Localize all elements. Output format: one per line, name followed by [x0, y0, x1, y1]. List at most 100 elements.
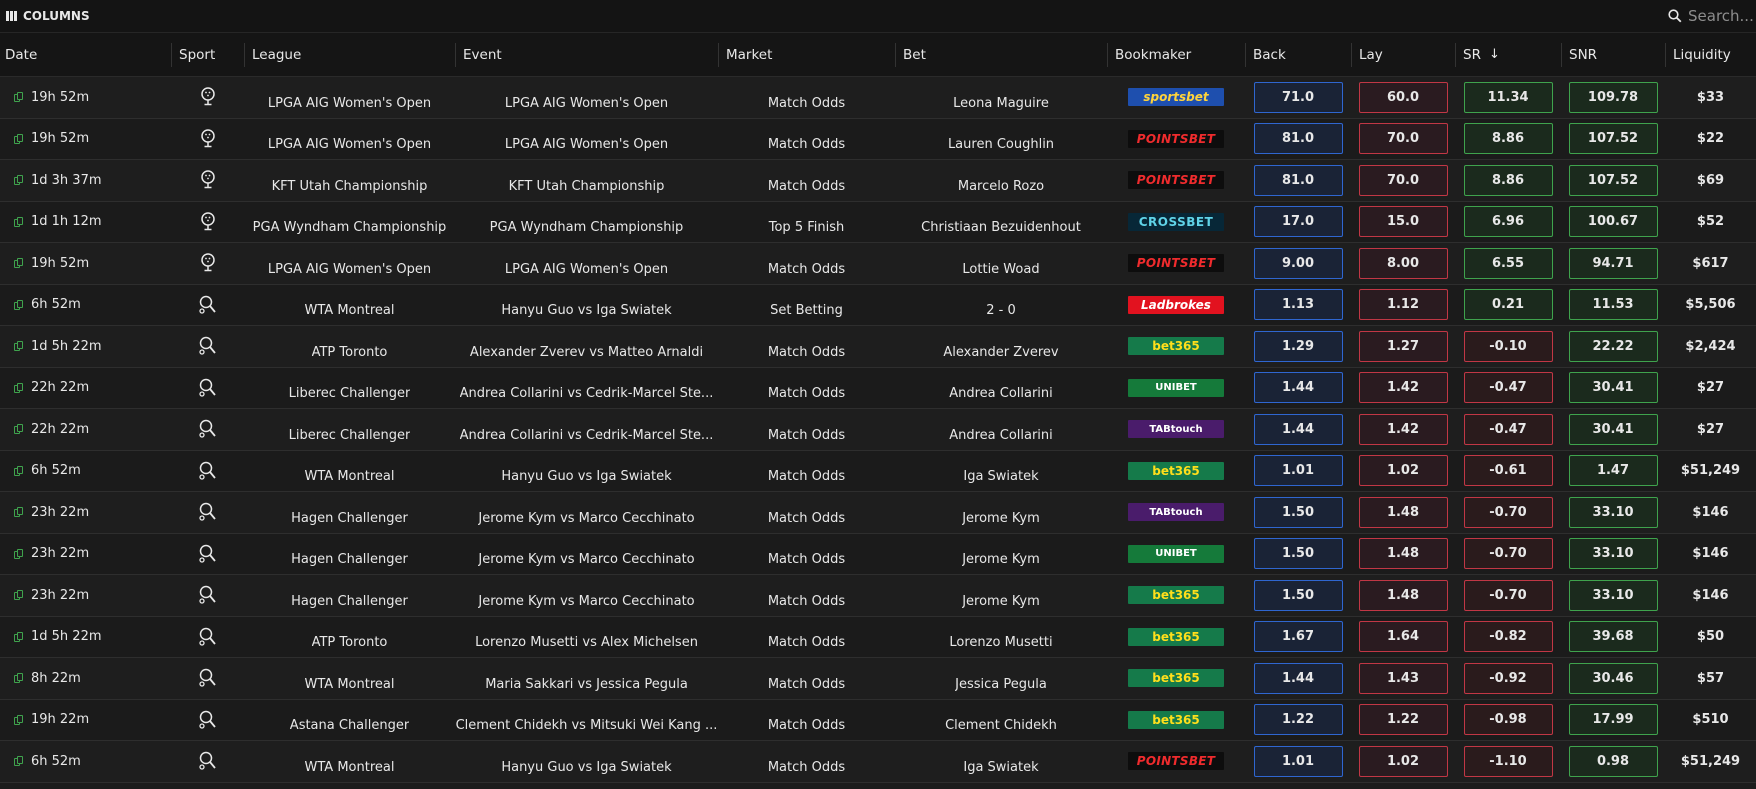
lay-odds-button[interactable]: 70.0 — [1358, 123, 1448, 155]
sr-value[interactable]: -1.10 — [1463, 745, 1553, 777]
copy-icon[interactable] — [14, 299, 23, 310]
lay-odds-button[interactable]: 1.12 — [1358, 289, 1448, 321]
table-row[interactable]: 23h 22m Hagen Challenger Jerome Kym vs Mar… — [0, 575, 1756, 617]
bookmaker-logo[interactable]: bet365 — [1128, 461, 1224, 480]
sr-value[interactable]: 8.86 — [1463, 123, 1553, 155]
snr-value[interactable]: 94.71 — [1568, 247, 1658, 279]
table-row[interactable]: 22h 22m Liberec Challenger Andrea Collarin… — [0, 409, 1756, 451]
lay-odds-button[interactable]: 8.00 — [1358, 247, 1448, 279]
sr-value[interactable]: -0.10 — [1463, 330, 1553, 362]
header-back[interactable]: Back — [1245, 42, 1351, 67]
back-odds-button[interactable]: 9.00 — [1253, 247, 1343, 279]
lay-odds-button[interactable]: 1.27 — [1358, 330, 1448, 362]
lay-odds-button[interactable]: 1.02 — [1358, 455, 1448, 487]
snr-value[interactable]: 30.46 — [1568, 662, 1658, 694]
header-liquidity[interactable]: Liquidity — [1665, 42, 1756, 67]
snr-value[interactable]: 0.98 — [1568, 745, 1658, 777]
search-field[interactable]: Search... — [1668, 7, 1754, 25]
header-league[interactable]: League — [244, 42, 455, 67]
back-odds-button[interactable]: 1.44 — [1253, 372, 1343, 404]
lay-odds-button[interactable]: 15.0 — [1358, 206, 1448, 238]
bookmaker-logo[interactable]: bet365 — [1128, 627, 1224, 646]
back-odds-button[interactable]: 81.0 — [1253, 123, 1343, 155]
table-row[interactable]: 6h 52m WTA Montreal Hanyu Guo vs Iga Swiat… — [0, 450, 1756, 492]
header-lay[interactable]: Lay — [1351, 42, 1455, 67]
snr-value[interactable]: 22.22 — [1568, 330, 1658, 362]
copy-icon[interactable] — [14, 507, 23, 518]
copy-icon[interactable] — [14, 424, 23, 435]
table-row[interactable]: 8h 22m WTA Montreal Maria Sakkari vs Jessi… — [0, 658, 1756, 700]
bookmaker-logo[interactable]: UNIBET — [1128, 544, 1224, 563]
copy-icon[interactable] — [14, 92, 23, 103]
bookmaker-logo[interactable]: TABtouch — [1128, 420, 1224, 439]
copy-icon[interactable] — [14, 382, 23, 393]
table-row[interactable]: 19h 52m LPGA AIG Women's Open LPGA AIG Wom… — [0, 118, 1756, 160]
bookmaker-logo[interactable]: UNIBET — [1128, 378, 1224, 397]
sr-value[interactable]: 6.96 — [1463, 206, 1553, 238]
table-row[interactable]: 1d 5h 22m ATP Toronto Lorenzo Musetti vs A… — [0, 616, 1756, 658]
bookmaker-logo[interactable]: CROSSBET — [1128, 212, 1224, 231]
copy-icon[interactable] — [14, 258, 23, 269]
bookmaker-logo[interactable]: bet365 — [1128, 710, 1224, 729]
sort-descending-icon[interactable]: ↓ — [1489, 47, 1500, 62]
snr-value[interactable]: 30.41 — [1568, 413, 1658, 445]
lay-odds-button[interactable]: 1.42 — [1358, 372, 1448, 404]
header-bookmaker[interactable]: Bookmaker — [1107, 42, 1245, 67]
snr-value[interactable]: 107.52 — [1568, 164, 1658, 196]
bookmaker-logo[interactable]: sportsbet — [1128, 88, 1224, 107]
copy-icon[interactable] — [14, 714, 23, 725]
bookmaker-logo[interactable]: POINTSBET — [1128, 129, 1224, 148]
bookmaker-logo[interactable]: POINTSBET — [1128, 254, 1224, 273]
bookmaker-logo[interactable]: bet365 — [1128, 669, 1224, 688]
table-row[interactable]: 19h 22m Astana Challenger Clement Chidekh … — [0, 699, 1756, 741]
lay-odds-button[interactable]: 1.43 — [1358, 662, 1448, 694]
table-row[interactable]: 1d 3h 37m KFT Utah Championship KFT Utah C… — [0, 160, 1756, 202]
snr-value[interactable]: 33.10 — [1568, 496, 1658, 528]
copy-icon[interactable] — [14, 673, 23, 684]
bookmaker-logo[interactable]: bet365 — [1128, 586, 1224, 605]
table-row[interactable]: 19h 52m LPGA AIG Women's Open LPGA AIG Wom… — [0, 243, 1756, 285]
table-row[interactable]: 1d 5h 22m ATP Toronto Alexander Zverev vs … — [0, 326, 1756, 368]
header-date[interactable]: Date — [0, 43, 171, 67]
lay-odds-button[interactable]: 1.48 — [1358, 496, 1448, 528]
snr-value[interactable]: 109.78 — [1568, 81, 1658, 113]
lay-odds-button[interactable]: 1.64 — [1358, 621, 1448, 653]
bookmaker-logo[interactable]: TABtouch — [1128, 503, 1224, 522]
table-row[interactable]: 6h 52m WTA Montreal Hanyu Guo vs Iga Swiat… — [0, 741, 1756, 783]
snr-value[interactable]: 17.99 — [1568, 704, 1658, 736]
copy-icon[interactable] — [14, 631, 23, 642]
sr-value[interactable]: -0.61 — [1463, 455, 1553, 487]
copy-icon[interactable] — [14, 216, 23, 227]
sr-value[interactable]: 6.55 — [1463, 247, 1553, 279]
columns-button[interactable]: COLUMNS — [6, 9, 90, 23]
lay-odds-button[interactable]: 1.42 — [1358, 413, 1448, 445]
back-odds-button[interactable]: 1.44 — [1253, 413, 1343, 445]
snr-value[interactable]: 11.53 — [1568, 289, 1658, 321]
copy-icon[interactable] — [14, 341, 23, 352]
header-event[interactable]: Event — [455, 42, 718, 67]
header-sr[interactable]: SR ↓ — [1455, 42, 1561, 67]
back-odds-button[interactable]: 1.50 — [1253, 538, 1343, 570]
back-odds-button[interactable]: 1.01 — [1253, 455, 1343, 487]
lay-odds-button[interactable]: 1.22 — [1358, 704, 1448, 736]
back-odds-button[interactable]: 1.50 — [1253, 496, 1343, 528]
sr-value[interactable]: 8.86 — [1463, 164, 1553, 196]
sr-value[interactable]: -0.47 — [1463, 372, 1553, 404]
sr-value[interactable]: -0.70 — [1463, 496, 1553, 528]
sr-value[interactable]: -0.98 — [1463, 704, 1553, 736]
back-odds-button[interactable]: 1.01 — [1253, 745, 1343, 777]
table-row[interactable]: 6h 52m WTA Montreal Hanyu Guo vs Iga Swiat… — [0, 284, 1756, 326]
copy-icon[interactable] — [14, 133, 23, 144]
back-odds-button[interactable]: 1.67 — [1253, 621, 1343, 653]
sr-value[interactable]: -0.70 — [1463, 538, 1553, 570]
lay-odds-button[interactable]: 1.48 — [1358, 579, 1448, 611]
snr-value[interactable]: 1.47 — [1568, 455, 1658, 487]
search-input[interactable]: Search... — [1688, 7, 1754, 25]
header-snr[interactable]: SNR — [1561, 42, 1665, 67]
copy-icon[interactable] — [14, 548, 23, 559]
back-odds-button[interactable]: 17.0 — [1253, 206, 1343, 238]
sr-value[interactable]: -0.70 — [1463, 579, 1553, 611]
back-odds-button[interactable]: 1.22 — [1253, 704, 1343, 736]
bookmaker-logo[interactable]: bet365 — [1128, 337, 1224, 356]
table-row[interactable]: 23h 22m Hagen Challenger Jerome Kym vs Mar… — [0, 533, 1756, 575]
